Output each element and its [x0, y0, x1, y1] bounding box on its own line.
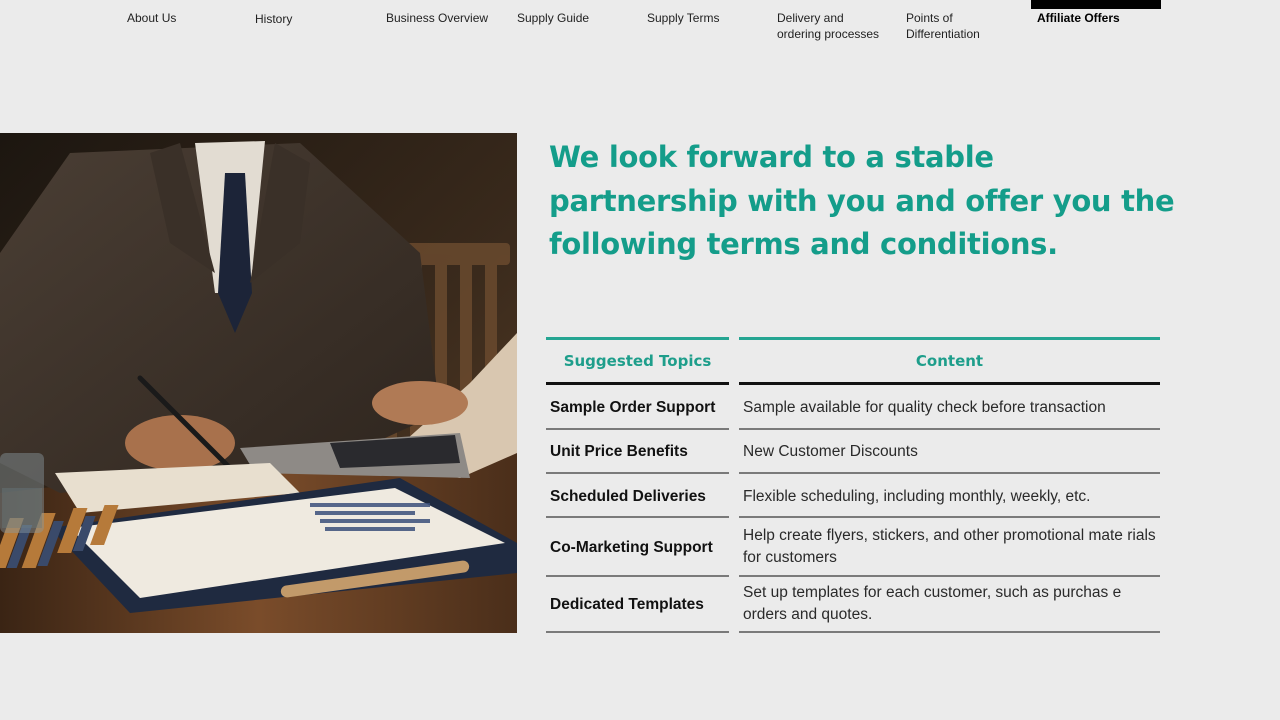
row-divider — [739, 428, 1160, 430]
row-divider — [546, 516, 729, 518]
row-divider — [546, 631, 729, 633]
row-divider — [739, 516, 1160, 518]
table-header-bottom-rule — [546, 382, 729, 385]
row-divider — [739, 472, 1160, 474]
top-navigation: About Us History Business Overview Suppl… — [0, 0, 1280, 50]
nav-item-delivery-ordering[interactable]: Delivery and ordering processes — [777, 10, 879, 42]
table-row-topic: Scheduled Deliveries — [550, 488, 706, 505]
nav-item-about-us[interactable]: About Us — [127, 10, 176, 26]
table-row-content: Help create flyers, stickers, and other … — [743, 527, 1156, 566]
table-row-topic: Unit Price Benefits — [550, 443, 688, 460]
nav-item-history[interactable]: History — [255, 11, 292, 27]
nav-item-supply-terms[interactable]: Supply Terms — [647, 10, 719, 26]
page-headline: We look forward to a stable partnership … — [549, 140, 1175, 261]
row-divider — [546, 575, 729, 577]
table-header-top-rule — [546, 337, 729, 340]
table-header-top-rule — [739, 337, 1160, 340]
nav-item-affiliate-offers[interactable]: Affiliate Offers — [1037, 10, 1120, 26]
table-header-bottom-rule — [739, 382, 1160, 385]
row-divider — [546, 428, 729, 430]
nav-item-points-of-differentiation[interactable]: Points of Differentiation — [906, 10, 980, 42]
row-divider — [739, 631, 1160, 633]
nav-item-supply-guide[interactable]: Supply Guide — [517, 10, 589, 26]
table-row-topic: Co-Marketing Support — [550, 539, 713, 556]
table-header-suggested-topics: Suggested Topics — [563, 352, 712, 370]
row-divider — [546, 472, 729, 474]
table-row-content: Set up templates for each customer, such… — [743, 584, 1122, 623]
table-row-topic: Dedicated Templates — [550, 596, 704, 613]
nav-item-business-overview[interactable]: Business Overview — [386, 10, 488, 26]
table-row-topic: Sample Order Support — [550, 399, 716, 416]
active-nav-indicator — [1031, 0, 1161, 9]
businessman-photo — [0, 133, 517, 633]
row-divider — [739, 575, 1160, 577]
table-row-content: Flexible scheduling, including monthly, … — [743, 488, 1091, 505]
table-row-content: Sample available for quality check befor… — [743, 399, 1106, 416]
table-header-content: Content — [915, 352, 984, 370]
table-row-content: New Customer Discounts — [743, 443, 918, 460]
